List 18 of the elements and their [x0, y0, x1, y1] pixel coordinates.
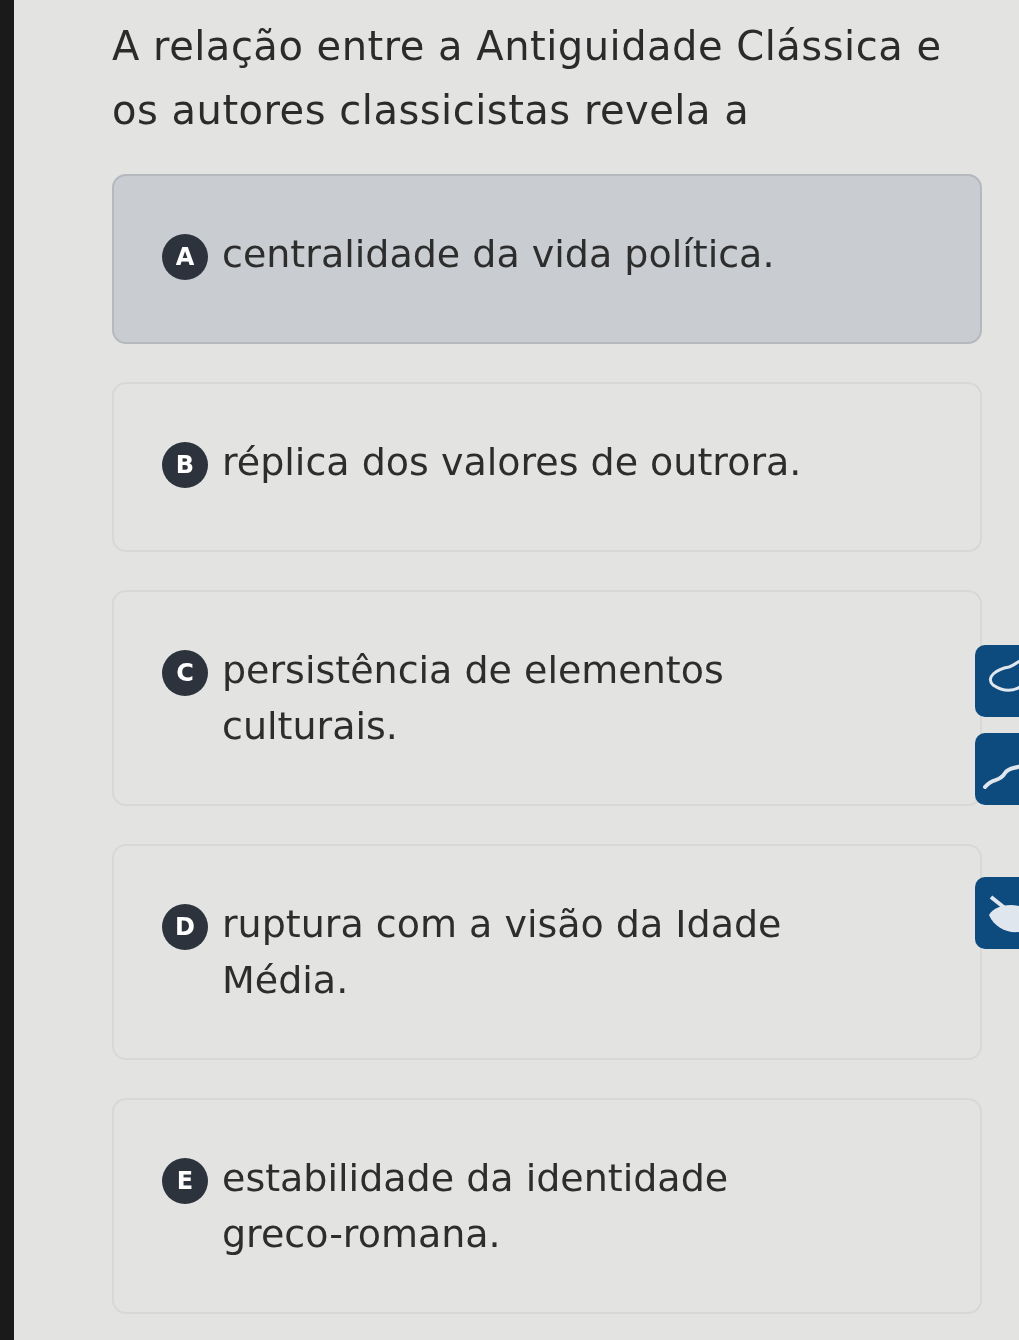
question-text: A relação entre a Antiguidade Clássica e os autores classicistas revela a — [112, 22, 943, 135]
option-text: centralidade da vida política. — [222, 231, 775, 278]
eraser-tool-icon[interactable] — [975, 877, 1019, 949]
answer-option[interactable]: B réplica dos valores de outrora. — [112, 382, 982, 552]
option-letter: B — [162, 442, 208, 488]
option-text: réplica dos valores de outrora. — [222, 439, 802, 486]
option-letter: D — [162, 904, 208, 950]
option-text: estabilidade da identidade greco-romana. — [222, 1155, 730, 1258]
option-letter: E — [162, 1158, 208, 1204]
answer-option[interactable]: A centralidade da vida política. — [112, 174, 982, 344]
option-letter: C — [162, 650, 208, 696]
answer-option[interactable]: C persistência de elementos culturais. — [112, 590, 982, 806]
answer-option[interactable]: D ruptura com a visão da Idade Média. — [112, 844, 982, 1060]
option-text: ruptura com a visão da Idade Média. — [222, 901, 783, 1004]
option-letter: A — [162, 234, 208, 280]
option-text: persistência de elementos culturais. — [222, 647, 725, 750]
answer-option[interactable]: E estabilidade da identidade greco-romana. — [112, 1098, 982, 1314]
pen-tool-icon[interactable] — [975, 733, 1019, 805]
